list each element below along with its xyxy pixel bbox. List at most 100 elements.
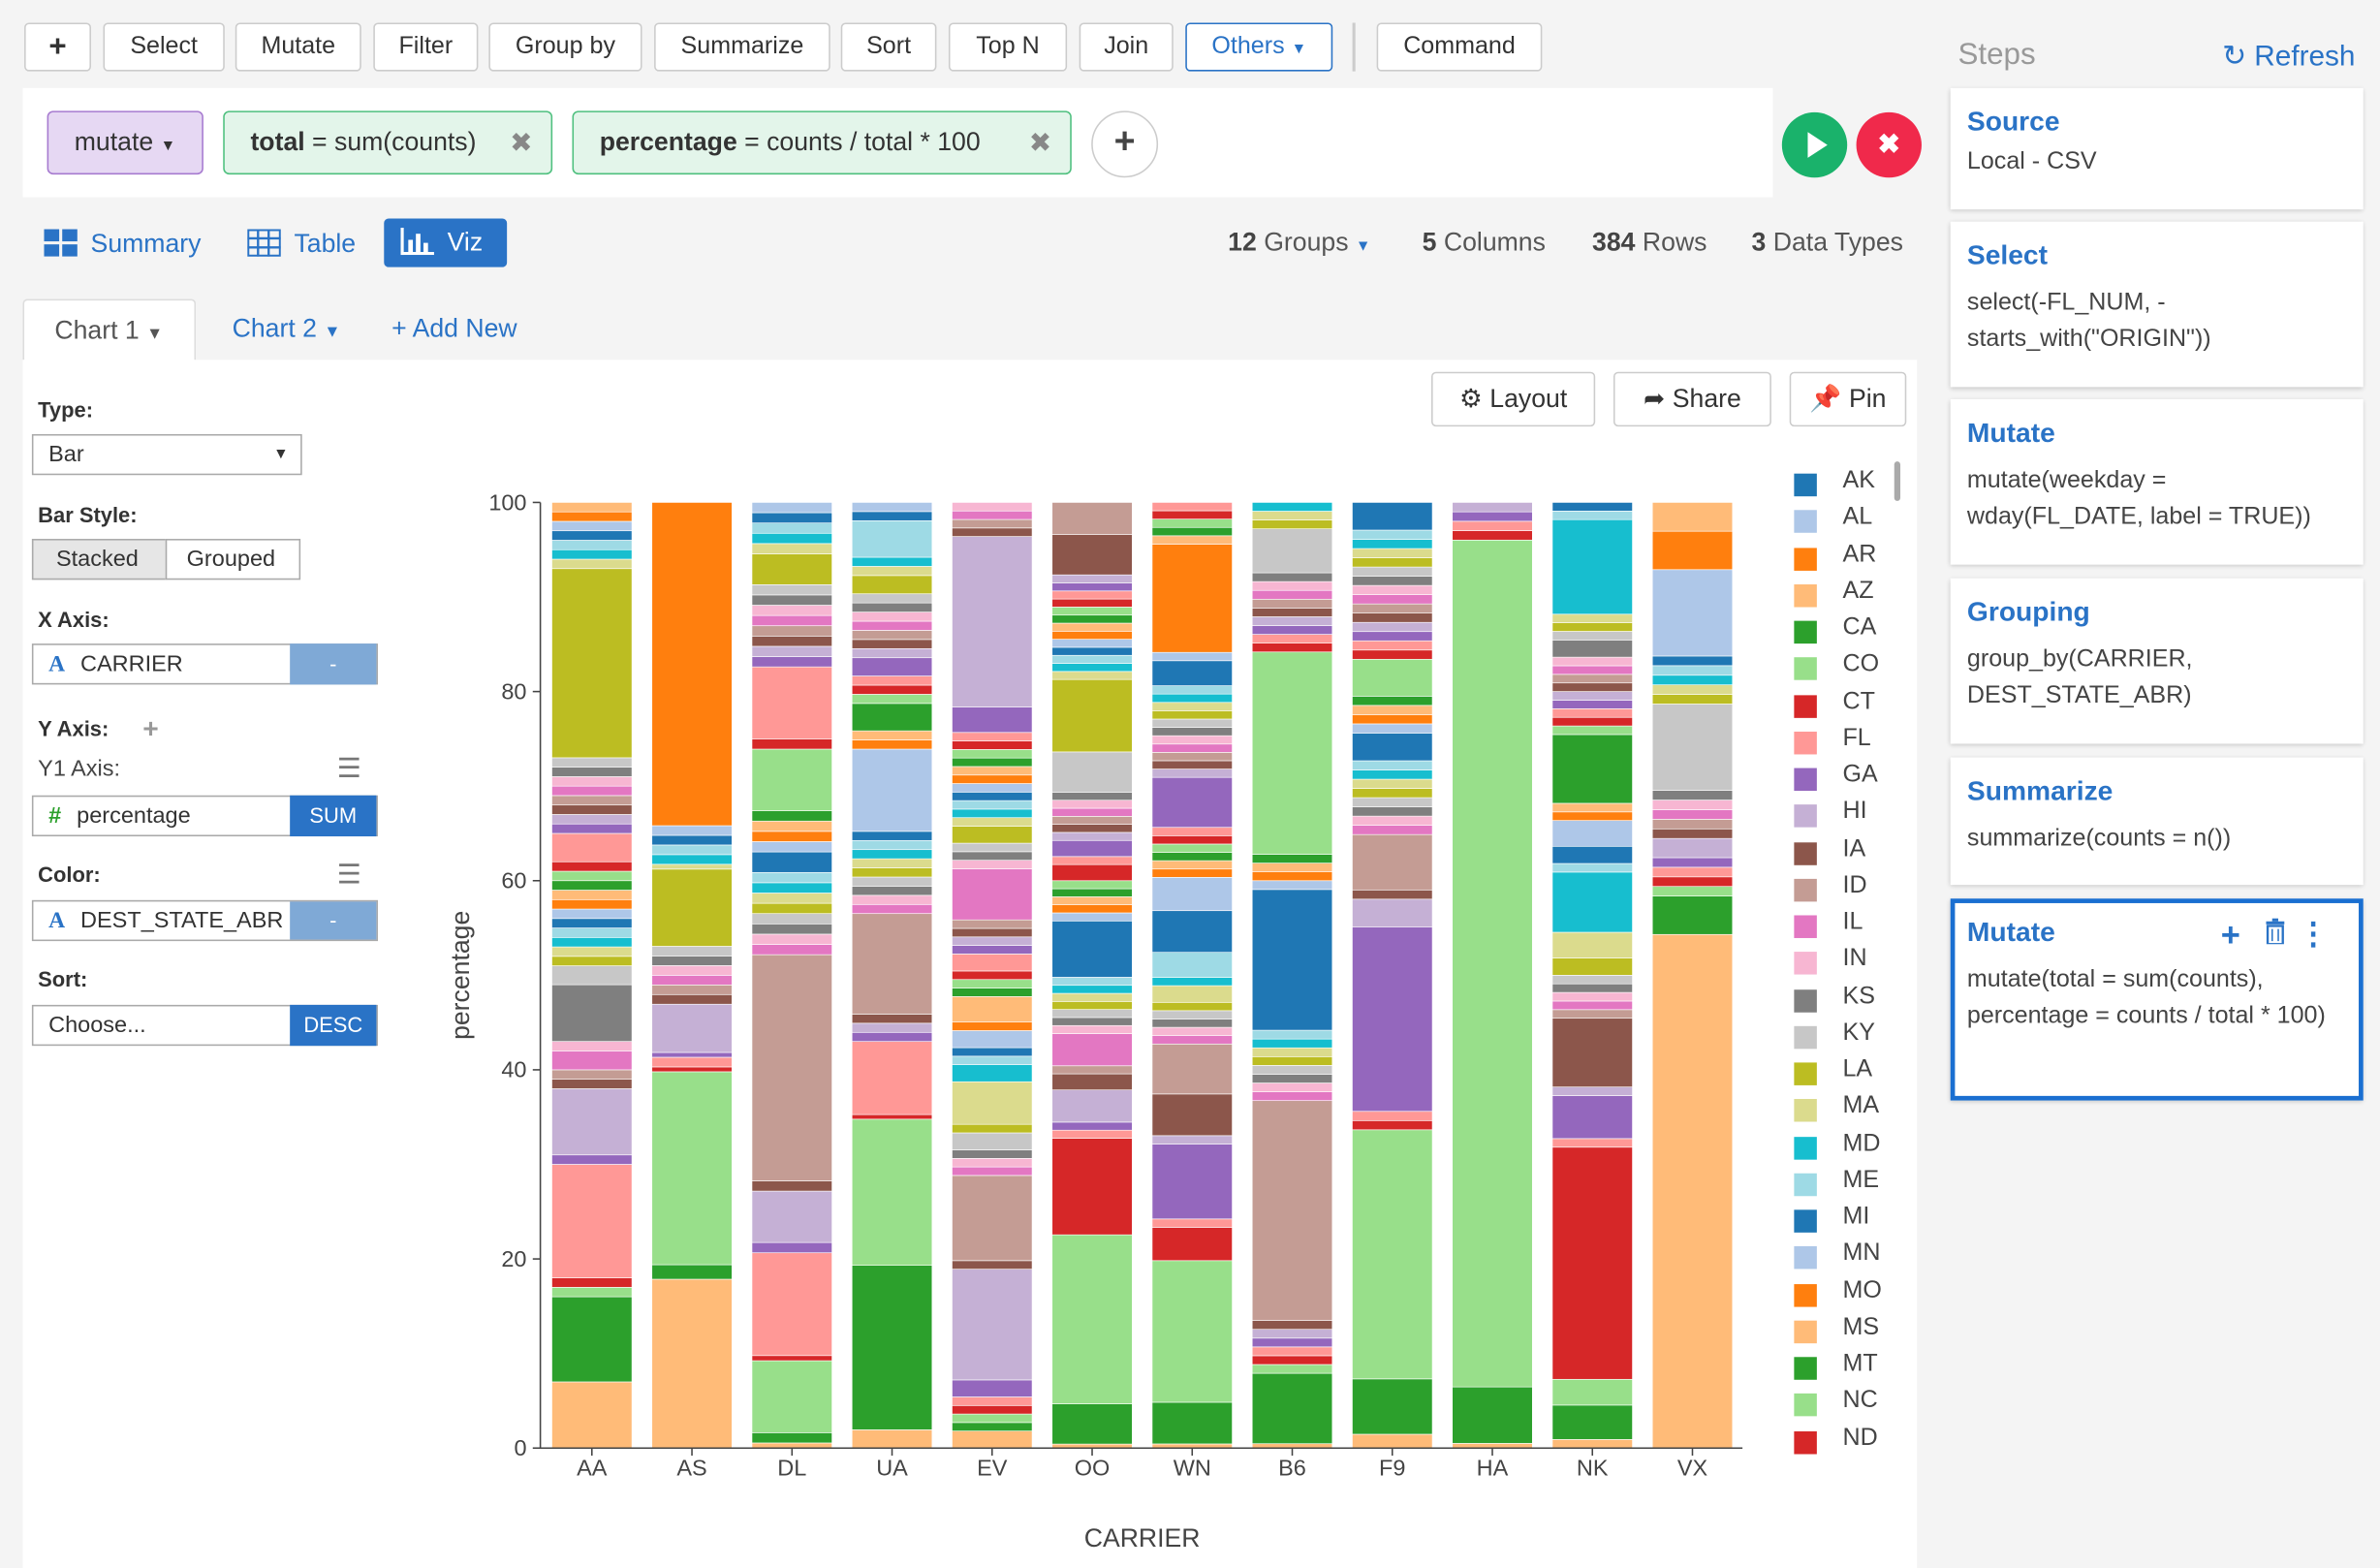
pin-button[interactable]: 📌 Pin [1789, 371, 1907, 427]
sort-field[interactable]: Choose... DESC [31, 1004, 379, 1047]
tab-viz[interactable]: Viz [384, 218, 508, 267]
add-expression-button[interactable]: + [1091, 110, 1159, 178]
expression-total[interactable]: total = sum(counts) ✖ [223, 110, 553, 175]
bar-segment [751, 625, 832, 637]
bar-segment [952, 732, 1033, 741]
add-y-axis-icon[interactable]: + [142, 713, 158, 745]
refresh-button[interactable]: ↻ Refresh [2222, 40, 2355, 75]
group-by-button[interactable]: Group by [488, 22, 642, 72]
legend-label: HI [1842, 799, 1867, 825]
x-axis-field[interactable]: A CARRIER - [31, 643, 379, 685]
bar-segment [1251, 1038, 1333, 1049]
step-select[interactable]: Select select(-FL_NUM, -starts_with("ORIG… [1950, 221, 2364, 388]
bar-segment [1551, 682, 1633, 692]
grid-icon [44, 229, 78, 257]
step-mutate-percentage[interactable]: Mutate + ⋮ mutate(total = sum(counts), p… [1950, 898, 2364, 1101]
caret-down-icon: ▼ [273, 446, 289, 463]
expression-percentage[interactable]: percentage = counts / total * 100 ✖ [572, 110, 1072, 175]
bar-segment [952, 1158, 1033, 1168]
join-button[interactable]: Join [1079, 22, 1174, 72]
type-select[interactable]: Bar ▼ [31, 433, 302, 476]
remove-icon[interactable]: ✖ [510, 112, 533, 173]
color-agg[interactable]: - [290, 901, 377, 940]
top-n-button[interactable]: Top N [948, 22, 1068, 72]
layout-button[interactable]: ⚙ Layout [1431, 371, 1596, 427]
bar-segment [751, 512, 832, 523]
bar-segment [551, 898, 633, 910]
bar-segment [1352, 833, 1433, 891]
bar-segment [851, 839, 933, 851]
legend-swatch [1794, 1430, 1817, 1454]
legend-label: NC [1842, 1387, 1878, 1414]
bar-segment [952, 740, 1033, 750]
tab-chart-2[interactable]: Chart 2 ▼ [233, 314, 341, 344]
tab-chart-1[interactable]: Chart 1 ▼ [22, 298, 197, 361]
stacked-toggle[interactable]: Stacked [31, 539, 168, 580]
bar-segment [751, 553, 832, 585]
summarize-button[interactable]: Summarize [654, 22, 830, 72]
bar-segment [1151, 860, 1233, 870]
x-axis-agg[interactable]: - [290, 643, 377, 685]
bar-segment [1352, 557, 1433, 568]
menu-icon[interactable]: ☰ [337, 753, 361, 785]
trash-icon[interactable] [2265, 918, 2286, 952]
bar-segment [751, 933, 832, 945]
add-step-icon[interactable]: + [2221, 915, 2240, 955]
bar-segment [1251, 1065, 1333, 1075]
step-summarize[interactable]: Summarize summarize(counts = n()) [1950, 757, 2364, 886]
y-axis-field[interactable]: # percentage SUM [31, 795, 379, 837]
menu-icon[interactable]: ☰ [337, 860, 361, 892]
mutate-button[interactable]: Mutate [235, 22, 361, 72]
bar-segment [1051, 1073, 1133, 1091]
bar-segment [1151, 526, 1233, 537]
bar-segment [1051, 816, 1133, 825]
color-field[interactable]: A DEST_STATE_ABR - [31, 899, 379, 942]
bar-segment [1251, 1055, 1333, 1066]
run-button[interactable] [1781, 111, 1848, 178]
sort-button[interactable]: Sort [840, 22, 937, 72]
step-source[interactable]: Source Local - CSV [1950, 87, 2364, 210]
bar-segment [751, 1442, 832, 1449]
bar-segment [551, 1296, 633, 1383]
bar-segment [1151, 868, 1233, 878]
remove-icon[interactable]: ✖ [1029, 112, 1052, 173]
y-axis-agg[interactable]: SUM [290, 795, 377, 837]
bar-segment [1251, 1029, 1333, 1040]
bar-segment [1651, 674, 1734, 685]
legend-label: LA [1842, 1056, 1873, 1082]
sort-direction[interactable]: DESC [290, 1004, 377, 1047]
bar-segment [1551, 725, 1633, 736]
command-button[interactable]: Command [1376, 22, 1543, 72]
field-value: Choose... [48, 1012, 146, 1039]
bar-segment [851, 1022, 933, 1033]
bar-segment [851, 739, 933, 750]
add-chart-link[interactable]: + Add New [391, 314, 517, 344]
bar-segment [551, 785, 633, 797]
more-options-icon[interactable]: ⋮ [2298, 915, 2328, 953]
bar-segment [1651, 876, 1734, 888]
bar-segment [952, 706, 1033, 734]
bar-segment [952, 757, 1033, 768]
share-button[interactable]: ➦ Share [1613, 371, 1771, 427]
bar-segment [1151, 535, 1233, 545]
legend-swatch [1794, 1246, 1817, 1270]
legend-scrollbar[interactable] [1894, 461, 1901, 501]
tab-table[interactable]: Table [246, 229, 356, 260]
bar-segment [551, 870, 633, 882]
legend-label: KY [1842, 1019, 1875, 1046]
bar-segment [1251, 1100, 1333, 1321]
tab-summary[interactable]: Summary [44, 229, 201, 260]
filter-button[interactable]: Filter [373, 22, 479, 72]
grouped-toggle[interactable]: Grouped [165, 539, 301, 580]
step-mutate-weekday[interactable]: Mutate mutate(weekday = wday(FL_DATE, lab… [1950, 398, 2364, 565]
verb-dropdown[interactable]: mutate ▼ [47, 110, 204, 175]
groups-dropdown[interactable]: 12 Groups ▼ [1228, 228, 1370, 258]
legend-swatch [1794, 657, 1817, 681]
legend-label: CT [1842, 688, 1875, 714]
step-grouping[interactable]: Grouping group_by(CARRIER, DEST_STATE_ABR… [1950, 578, 2364, 744]
select-button[interactable]: Select [103, 22, 225, 72]
others-dropdown[interactable]: Others ▼ [1185, 22, 1333, 72]
bar-segment [1151, 1135, 1233, 1145]
add-step-button[interactable]: + [24, 22, 91, 72]
cancel-button[interactable]: ✖ [1856, 111, 1922, 178]
